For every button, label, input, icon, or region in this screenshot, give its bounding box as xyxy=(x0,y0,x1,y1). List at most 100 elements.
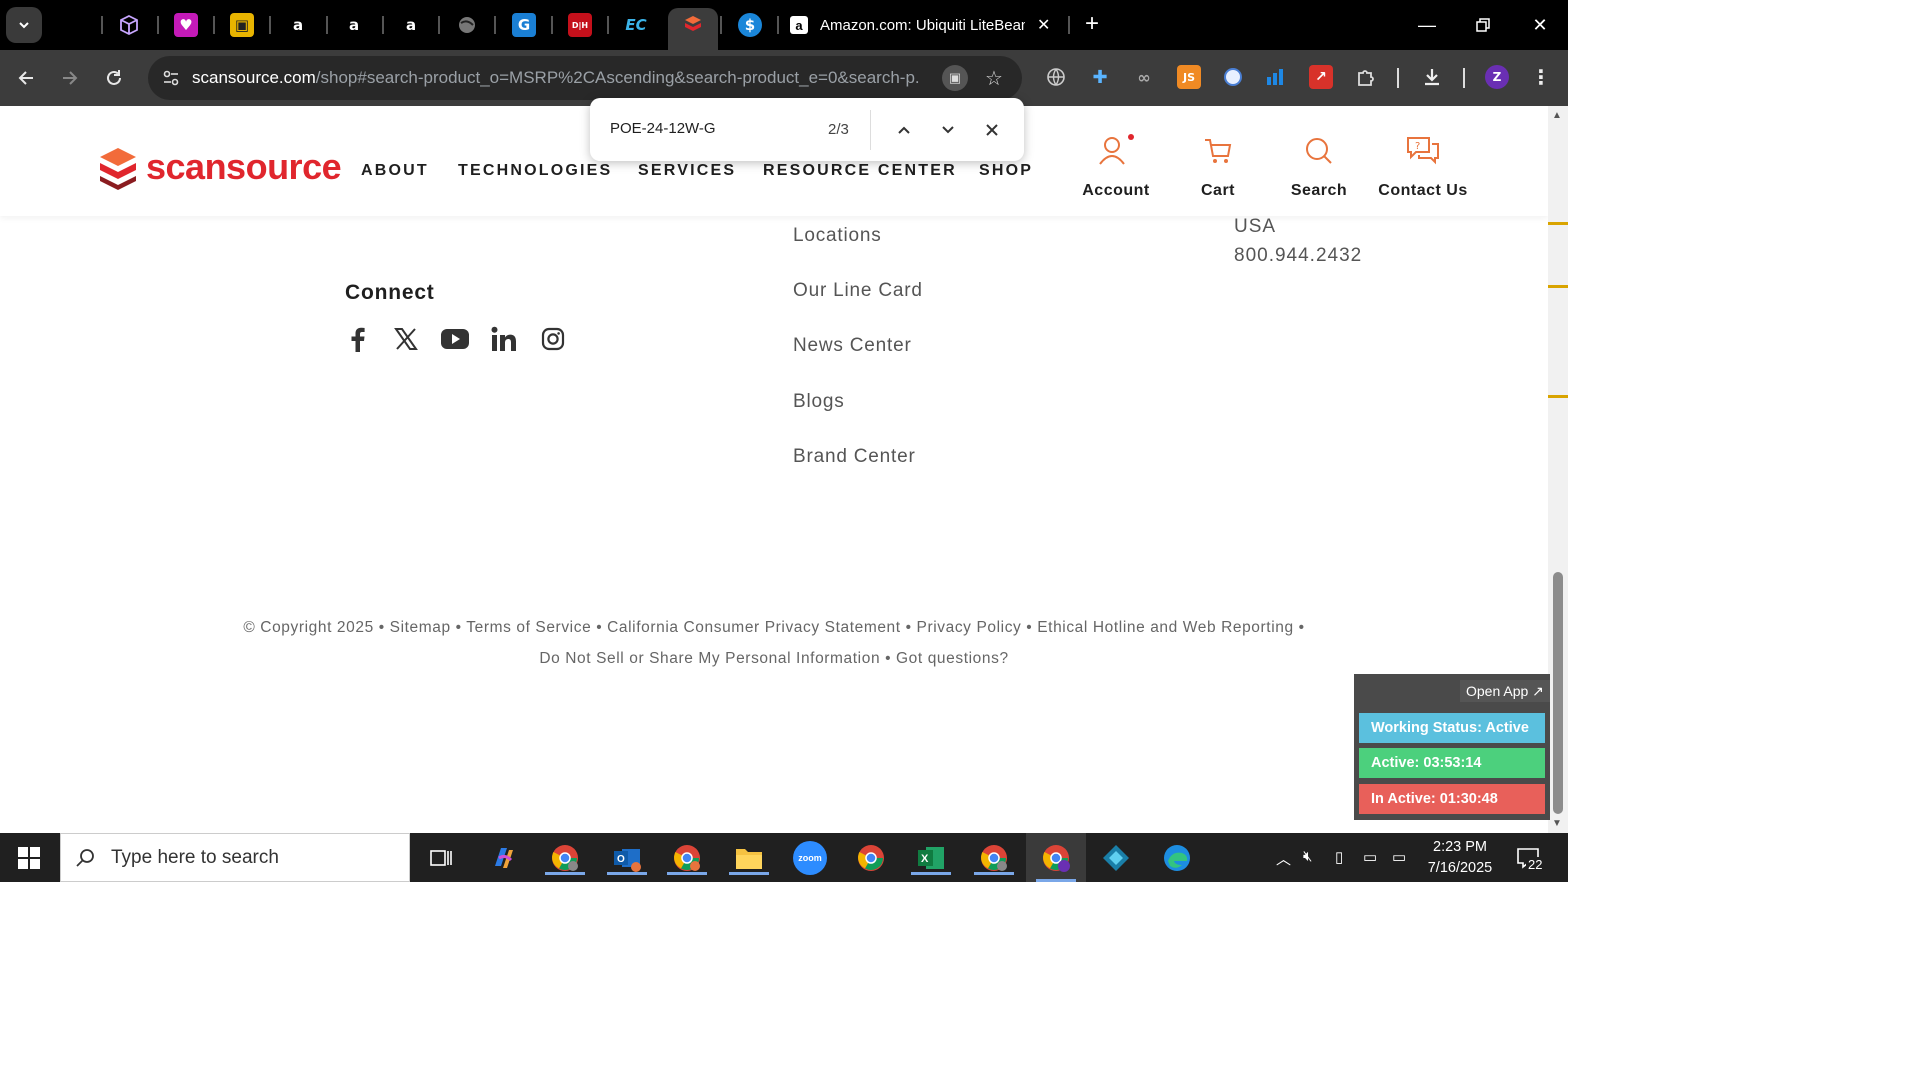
scroll-down-icon[interactable]: ▼ xyxy=(1552,818,1562,829)
nav-resource-center[interactable]: RESOURCE CENTER xyxy=(763,162,957,180)
svg-text:X: X xyxy=(921,853,929,865)
minimize-icon[interactable]: — xyxy=(1412,10,1442,40)
nav-technologies[interactable]: TECHNOLOGIES xyxy=(458,162,612,180)
excel-icon[interactable]: X xyxy=(911,841,951,875)
tab-cube-icon[interactable] xyxy=(117,13,141,37)
speaker-muted-icon[interactable]: 🔇︎ xyxy=(1303,848,1312,865)
page-scrollbar[interactable]: ▲ ▼ xyxy=(1548,106,1568,833)
new-tab-button[interactable]: + xyxy=(1078,10,1106,38)
edge-icon[interactable] xyxy=(1160,841,1194,875)
tab-box-icon[interactable]: ▣ xyxy=(230,13,254,37)
phone-number[interactable]: 800.944.2432 xyxy=(1234,245,1362,267)
legal-links-line-1[interactable]: © Copyright 2025 • Sitemap • Terms of Se… xyxy=(0,619,1548,637)
find-in-page-icon[interactable]: ▣ xyxy=(942,65,968,91)
js-extension-icon[interactable]: JS xyxy=(1177,65,1201,89)
reload-icon[interactable] xyxy=(98,62,130,94)
footer-link-brand-center[interactable]: Brand Center xyxy=(793,446,916,468)
time-tracker-widget: Open App ↗ Working Status: Active Active… xyxy=(1354,674,1550,820)
account-button[interactable]: Account xyxy=(1078,130,1154,200)
notifications-button[interactable]: 22 xyxy=(1512,843,1548,873)
menu-kebab-icon[interactable]: ⋮ xyxy=(1529,65,1553,89)
plus-extension-icon[interactable]: ✚ xyxy=(1088,65,1112,89)
file-explorer-icon[interactable] xyxy=(729,841,769,875)
linkedin-icon[interactable] xyxy=(490,324,518,354)
tab-amazon-icon[interactable]: a xyxy=(399,13,423,37)
active-taskbar-app[interactable] xyxy=(1026,833,1086,882)
site-logo-text[interactable]: scansource xyxy=(146,146,342,188)
chrome-profile-icon[interactable] xyxy=(974,841,1014,875)
url-text[interactable]: scansource.com/shop#search-product_o=MSR… xyxy=(192,68,920,88)
taskbar-search-box[interactable]: Type here to search xyxy=(60,833,410,882)
outlook-icon[interactable]: O xyxy=(607,841,647,875)
tab-amazon-icon[interactable]: a xyxy=(286,13,310,37)
tab-amazon-icon[interactable]: a xyxy=(342,13,366,37)
tab-heart-icon[interactable]: ♥ xyxy=(174,13,198,37)
extensions-puzzle-icon[interactable] xyxy=(1354,65,1378,89)
app-running-indicator xyxy=(1036,879,1076,882)
chrome-icon[interactable] xyxy=(854,841,888,875)
show-hidden-icons[interactable]: ︿ xyxy=(1276,848,1291,869)
footer-link-news-center[interactable]: News Center xyxy=(793,335,912,357)
scansource-logo-icon[interactable] xyxy=(98,146,138,192)
network-icon[interactable]: ▭ xyxy=(1392,848,1406,866)
address-bar[interactable]: scansource.com/shop#search-product_o=MSR… xyxy=(148,56,1022,100)
tab-dollar-icon[interactable]: $ xyxy=(738,13,762,37)
open-app-button[interactable]: Open App ↗ xyxy=(1460,680,1550,702)
chrome-profile-icon[interactable] xyxy=(545,841,585,875)
tab-ec-icon[interactable]: EC xyxy=(624,13,648,37)
find-previous-icon[interactable] xyxy=(890,116,918,144)
tab-g-icon[interactable]: G xyxy=(512,13,536,37)
legal-links-line-2[interactable]: Do Not Sell or Share My Personal Informa… xyxy=(0,650,1548,668)
tab-separator xyxy=(607,16,609,34)
task-view-icon[interactable] xyxy=(424,841,458,875)
arrow-extension-icon[interactable]: ↗ xyxy=(1309,65,1333,89)
tab-separator xyxy=(157,16,159,34)
footer-link-line-card[interactable]: Our Line Card xyxy=(793,280,923,302)
downloads-icon[interactable] xyxy=(1420,65,1444,89)
bookmark-star-icon[interactable]: ☆ xyxy=(980,64,1008,92)
find-input[interactable] xyxy=(610,120,810,137)
nav-about[interactable]: ABOUT xyxy=(361,162,429,180)
x-icon[interactable] xyxy=(392,324,420,354)
contact-us-button[interactable]: ? Contact Us xyxy=(1374,130,1472,200)
find-close-icon[interactable] xyxy=(978,116,1006,144)
find-next-icon[interactable] xyxy=(934,116,962,144)
forward-icon[interactable] xyxy=(54,62,86,94)
site-info-icon[interactable] xyxy=(160,67,182,89)
tab-close-icon[interactable]: ✕ xyxy=(1037,15,1050,35)
circle-extension-icon[interactable] xyxy=(1221,65,1245,89)
diamond-app-icon[interactable] xyxy=(1099,841,1133,875)
tab-separator xyxy=(494,16,496,34)
chart-extension-icon[interactable] xyxy=(1264,65,1288,89)
search-button[interactable]: Search xyxy=(1286,130,1352,200)
link-extension-icon[interactable]: ∞ xyxy=(1132,65,1156,89)
battery-icon[interactable]: ▭ xyxy=(1363,848,1377,866)
scroll-thumb[interactable] xyxy=(1553,572,1563,814)
start-button[interactable] xyxy=(0,833,58,882)
globe-extension-icon[interactable] xyxy=(1044,65,1068,89)
close-window-icon[interactable]: ✕ xyxy=(1525,10,1555,40)
facebook-icon[interactable] xyxy=(343,324,371,354)
nav-services[interactable]: SERVICES xyxy=(638,162,736,180)
profile-avatar[interactable]: Z xyxy=(1485,65,1509,89)
taskbar-clock[interactable]: 2:23 PM 7/16/2025 xyxy=(1418,837,1502,879)
restore-icon[interactable] xyxy=(1468,10,1498,40)
find-in-page-bar: 2/3 xyxy=(590,98,1024,161)
tab-globe-icon[interactable] xyxy=(455,13,479,37)
nav-shop[interactable]: SHOP xyxy=(979,162,1033,180)
zoom-icon[interactable]: zoom xyxy=(793,841,827,875)
chrome-profile-icon[interactable] xyxy=(667,841,707,875)
back-icon[interactable] xyxy=(10,62,42,94)
web-page: scansource ABOUT TECHNOLOGIES SERVICES R… xyxy=(0,106,1548,833)
scroll-up-icon[interactable]: ▲ xyxy=(1552,110,1562,121)
footer-link-locations[interactable]: Locations xyxy=(793,225,882,247)
copilot-icon[interactable] xyxy=(486,841,520,875)
tab-amazon-litebeam[interactable]: a Amazon.com: Ubiquiti LiteBeam ✕ xyxy=(782,8,1062,42)
youtube-icon[interactable] xyxy=(441,324,469,354)
tab-dh-icon[interactable]: D|H xyxy=(568,13,592,37)
tab-search-button[interactable] xyxy=(6,7,42,43)
cart-button[interactable]: Cart xyxy=(1192,130,1244,200)
instagram-icon[interactable] xyxy=(539,324,567,354)
meet-icon[interactable]: ▯ xyxy=(1335,848,1343,866)
footer-link-blogs[interactable]: Blogs xyxy=(793,391,845,413)
